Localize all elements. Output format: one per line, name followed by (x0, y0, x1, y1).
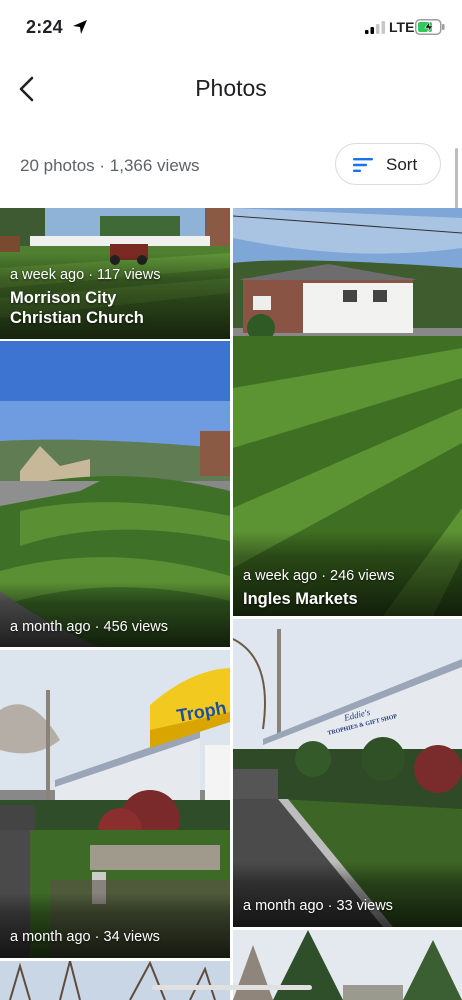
sort-button[interactable]: Sort (335, 143, 441, 185)
location-arrow-icon (73, 20, 87, 34)
status-bar: 2:24 LTE (0, 0, 462, 56)
photo-place: Morrison City Christian Church (10, 289, 144, 327)
photo-tile[interactable]: a week ago · 246 views Ingles Markets (233, 208, 462, 616)
sort-icon (353, 158, 373, 172)
signal-icon (365, 21, 385, 34)
sort-label: Sort (386, 155, 418, 174)
photo-meta: a month ago · 456 views (10, 619, 168, 635)
page-title: Photos (195, 75, 267, 101)
photo-meta: a week ago · 117 views (10, 267, 161, 283)
photo-meta: a month ago · 34 views (10, 929, 160, 945)
photo-tile[interactable]: a month ago · 456 views (0, 341, 230, 647)
photo-meta: a week ago · 246 views (243, 568, 395, 584)
photo-trees-winter (0, 961, 230, 1000)
photo-tile[interactable]: Troph a month ago · 34 views (0, 650, 230, 958)
battery-charging-icon (415, 19, 445, 35)
photo-tile[interactable]: Eddie's TROPHIES & GIFT SHOP a month ago… (233, 619, 462, 927)
photo-tile-partial[interactable] (0, 961, 230, 1000)
status-time: 2:24 (26, 17, 63, 37)
photo-tile[interactable]: a week ago · 117 views Morrison City Chr… (0, 208, 230, 339)
network-label: LTE (389, 19, 415, 35)
photo-summary: 20 photos · 1,366 views (20, 156, 200, 175)
photo-meta: a month ago · 33 views (243, 898, 393, 914)
home-indicator[interactable] (152, 985, 312, 990)
photo-place: Ingles Markets (243, 590, 358, 608)
